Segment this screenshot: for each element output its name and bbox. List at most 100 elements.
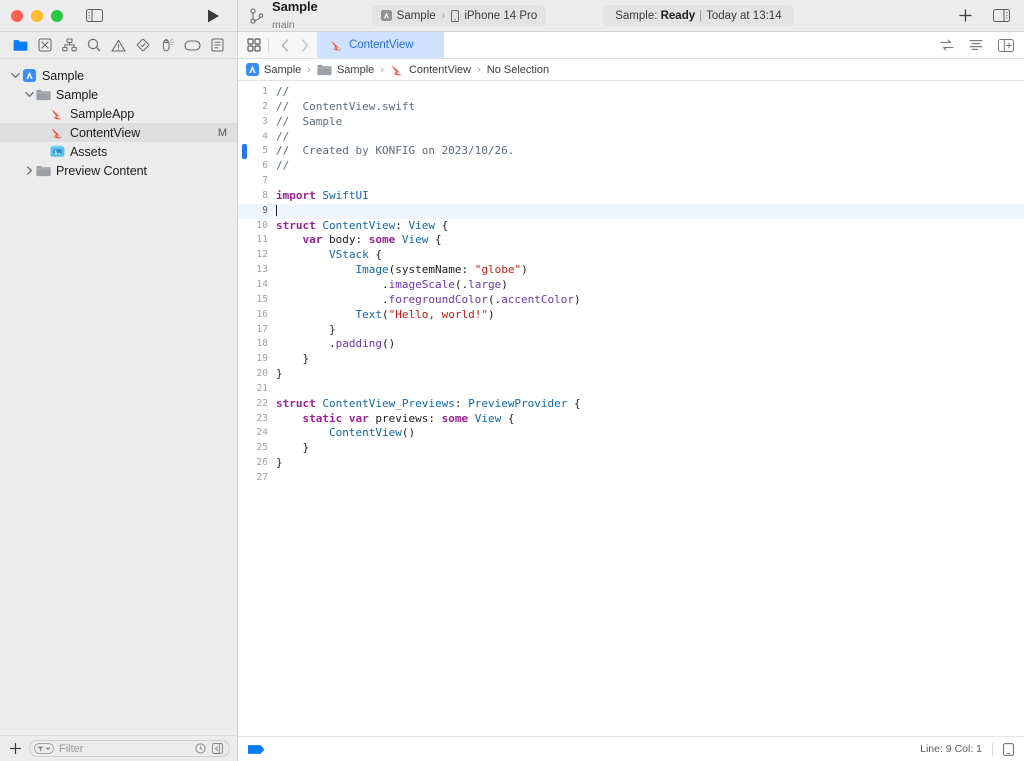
- zoom-window-button[interactable]: [51, 9, 63, 22]
- line-number: 7: [262, 175, 268, 187]
- code-text: }: [276, 367, 283, 381]
- breadcrumb: Sample › Sample › ContentView › No Selection: [238, 59, 1024, 81]
- code-line[interactable]: 14 .imageScale(.large): [238, 278, 1024, 293]
- tabbar-divider: [268, 37, 269, 53]
- code-review-icon[interactable]: [940, 39, 954, 51]
- code-line[interactable]: 23 static var previews: some View {: [238, 412, 1024, 427]
- code-line[interactable]: 26}: [238, 456, 1024, 471]
- scheme-and-branch[interactable]: Sample main: [250, 0, 318, 32]
- code-line[interactable]: 17 }: [238, 323, 1024, 338]
- status-bar-right: Line: 9 Col: 1: [920, 742, 1014, 756]
- code-line[interactable]: 9: [238, 203, 1024, 219]
- code-line[interactable]: 19 }: [238, 352, 1024, 367]
- line-number: 4: [262, 130, 268, 142]
- navigate-forward-button[interactable]: [296, 35, 313, 55]
- tree-item-contentview[interactable]: ContentView M: [0, 123, 237, 142]
- symbol-navigator-icon[interactable]: [59, 36, 79, 54]
- chevron-down-icon[interactable]: [23, 91, 35, 98]
- minimize-window-button[interactable]: [31, 9, 43, 22]
- chevron-right-icon[interactable]: [23, 166, 35, 175]
- status-badge[interactable]: Sample: Ready | Today at 13:14: [603, 5, 794, 26]
- breadcrumb-separator: ›: [380, 63, 384, 76]
- titlebar-actions: [958, 8, 1014, 23]
- code-line[interactable]: 24 ContentView(): [238, 426, 1024, 441]
- preview-device-icon[interactable]: [1003, 742, 1014, 756]
- add-editor-icon[interactable]: [998, 38, 1014, 52]
- code-line[interactable]: 2 // ContentView.swift: [238, 100, 1024, 115]
- code-text: //: [276, 85, 290, 98]
- close-window-button[interactable]: [11, 9, 23, 22]
- code-line[interactable]: 1 //: [238, 85, 1024, 100]
- code-text: }: [276, 456, 283, 470]
- code-line[interactable]: 12 VStack {: [238, 248, 1024, 263]
- minimap-icon[interactable]: [969, 39, 983, 51]
- code-line[interactable]: 7: [238, 174, 1024, 189]
- line-number: 24: [256, 427, 268, 439]
- breakpoint-navigator-icon[interactable]: [182, 36, 202, 54]
- line-number: 11: [256, 234, 268, 246]
- navigator-filter-bar: Filter: [0, 735, 237, 761]
- code-line[interactable]: 27: [238, 471, 1024, 486]
- chevron-down-icon[interactable]: [9, 72, 21, 79]
- collapse-icon[interactable]: [212, 743, 223, 754]
- code-line[interactable]: 10 struct ContentView: View {: [238, 219, 1024, 234]
- line-number: 14: [256, 278, 268, 290]
- swift-file-icon: [49, 107, 65, 121]
- issue-navigator-icon[interactable]: [109, 36, 129, 54]
- code-text: }: [276, 322, 336, 336]
- tree-item-sample[interactable]: Sample: [0, 66, 237, 85]
- folder-icon: [317, 64, 332, 76]
- breadcrumb-item-sample[interactable]: Sample: [317, 64, 374, 76]
- code-line[interactable]: 6 //: [238, 159, 1024, 174]
- tree-item-preview-content[interactable]: Preview Content: [0, 161, 237, 180]
- scheme-name: Sample: [272, 0, 318, 14]
- add-button-icon[interactable]: [958, 8, 973, 23]
- find-navigator-icon[interactable]: [84, 36, 104, 54]
- breadcrumb-label: ContentView: [408, 63, 472, 76]
- breakpoint-icon[interactable]: [248, 744, 265, 755]
- filter-icon[interactable]: [34, 743, 54, 754]
- code-line[interactable]: 15 .foregroundColor(.accentColor): [238, 293, 1024, 308]
- code-line[interactable]: 8 import SwiftUI: [238, 189, 1024, 204]
- code-line[interactable]: 11 var body: some View {: [238, 233, 1024, 248]
- tab-contentview[interactable]: ContentView: [317, 32, 444, 58]
- run-button[interactable]: [205, 8, 221, 24]
- breadcrumb-item-contentview[interactable]: ContentView: [390, 63, 471, 77]
- code-line[interactable]: 4 //: [238, 130, 1024, 145]
- code-line[interactable]: 25 }: [238, 441, 1024, 456]
- tree-item-assets[interactable]: Assets: [0, 142, 237, 161]
- project-navigator-icon[interactable]: [10, 36, 30, 54]
- breadcrumb-item-no-selection[interactable]: No Selection: [487, 64, 549, 76]
- tree-item-sampleapp[interactable]: SampleApp: [0, 104, 237, 123]
- clock-icon[interactable]: [195, 743, 206, 754]
- run-destination-selector[interactable]: Sample › iPhone 14 Pro: [371, 5, 547, 26]
- code-line[interactable]: 18 .padding(): [238, 337, 1024, 352]
- code-editor[interactable]: 1//2// ContentView.swift 3// Sample 4//5//…: [238, 81, 1024, 736]
- report-navigator-icon[interactable]: [207, 36, 227, 54]
- editor-options-icon[interactable]: [247, 38, 261, 52]
- code-line[interactable]: 21: [238, 382, 1024, 397]
- line-number: 8: [262, 189, 268, 201]
- code-line[interactable]: 22 struct ContentView_Previews: PreviewPr…: [238, 397, 1024, 412]
- line-number: 13: [256, 264, 268, 276]
- test-navigator-icon[interactable]: [133, 36, 153, 54]
- code-line[interactable]: 16 Text("Hello, world!"): [238, 308, 1024, 323]
- line-number: 16: [256, 308, 268, 320]
- code-line[interactable]: 5// Created by KONFIG on 2023/10/26.: [238, 144, 1024, 160]
- tabbar-right-controls: [932, 32, 1024, 58]
- debug-navigator-icon[interactable]: [158, 36, 178, 54]
- assets-catalog-icon: [49, 145, 65, 158]
- breadcrumb-item-sample[interactable]: Sample: [246, 63, 301, 76]
- code-text: }: [276, 441, 310, 455]
- code-line[interactable]: 13 Image(systemName: "globe"): [238, 263, 1024, 278]
- tree-item-sample[interactable]: Sample: [0, 85, 237, 104]
- code-line[interactable]: 20}: [238, 367, 1024, 382]
- navigate-back-button[interactable]: [276, 35, 293, 55]
- add-file-button[interactable]: [9, 742, 22, 755]
- toggle-navigator-icon[interactable]: [85, 9, 103, 23]
- source-control-navigator-icon[interactable]: [35, 36, 55, 54]
- code-line[interactable]: 3 // Sample: [238, 115, 1024, 130]
- filter-input[interactable]: Filter: [29, 740, 230, 757]
- toggle-inspector-icon[interactable]: [993, 9, 1010, 22]
- code-text: }: [276, 352, 310, 366]
